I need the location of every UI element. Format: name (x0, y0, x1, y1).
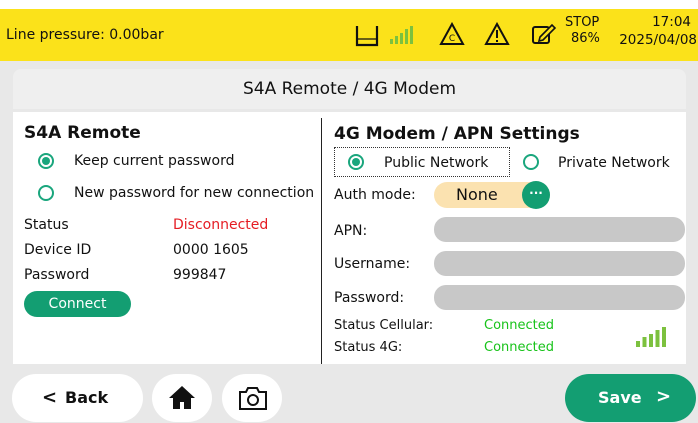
tank-icon (355, 26, 379, 47)
apn-label: APN: (334, 223, 368, 239)
home-icon (169, 386, 195, 409)
device-id-value: 0000 1605 (173, 242, 249, 258)
apn-input[interactable] (434, 217, 685, 242)
auth-mode-label: Auth mode: (334, 187, 416, 203)
password-label: Password (24, 267, 90, 283)
column-divider (321, 118, 322, 364)
new-password-label[interactable]: New password for new connection (74, 185, 314, 201)
status-4g-value: Connected (484, 340, 555, 355)
stop-status: STOP 86% (565, 15, 600, 47)
page-title: S4A Remote / 4G Modem (242, 79, 457, 99)
modem-password-input[interactable] (434, 285, 685, 310)
remote-heading: S4A Remote (24, 123, 141, 143)
chevron-right-icon: > (656, 386, 672, 407)
modem-heading: 4G Modem / APN Settings (334, 124, 580, 144)
c-warning-icon: C (439, 22, 465, 45)
chevron-left-icon: < (42, 387, 58, 408)
cellular-signal-icon (636, 327, 666, 347)
svg-text:C: C (449, 34, 455, 44)
username-input[interactable] (434, 251, 685, 276)
public-network-radio[interactable] (348, 154, 364, 170)
keep-password-label[interactable]: Keep current password (74, 153, 234, 169)
password-value: 999847 (173, 267, 227, 283)
time: 17:04 (652, 14, 691, 30)
warning-icon (484, 22, 510, 45)
title-bar: S4A Remote / 4G Modem (13, 69, 686, 109)
keep-password-radio[interactable] (38, 153, 54, 169)
date: 2025/04/08 (619, 32, 697, 48)
username-label: Username: (334, 256, 411, 272)
device-id-label: Device ID (24, 242, 92, 258)
back-label[interactable]: Back (65, 388, 108, 407)
camera-icon (239, 387, 267, 410)
private-network-radio[interactable] (523, 154, 539, 170)
line-pressure: Line pressure: 0.00bar (6, 27, 164, 43)
stop-percent: 86% (571, 31, 600, 46)
stop-label: STOP (565, 15, 600, 30)
new-password-radio[interactable] (38, 185, 54, 201)
private-network-label[interactable]: Private Network (558, 155, 670, 171)
public-network-label[interactable]: Public Network (384, 155, 488, 171)
status-4g-label: Status 4G: (334, 340, 403, 355)
clock: 17:04 2025/04/08 (617, 13, 697, 49)
top-strip (0, 0, 698, 9)
status-label: Status (24, 217, 69, 233)
connect-button[interactable]: Connect (24, 291, 131, 317)
auth-mode-value[interactable]: None (456, 185, 498, 204)
modem-password-label: Password: (334, 290, 405, 306)
auth-mode-more-button[interactable]: ··· (522, 181, 550, 209)
status-cellular-label: Status Cellular: (334, 318, 434, 333)
status-cellular-value: Connected (484, 318, 555, 333)
status-value: Disconnected (173, 217, 269, 233)
signal-icon (390, 26, 413, 44)
save-label[interactable]: Save (598, 388, 642, 407)
edit-icon[interactable] (531, 22, 557, 46)
